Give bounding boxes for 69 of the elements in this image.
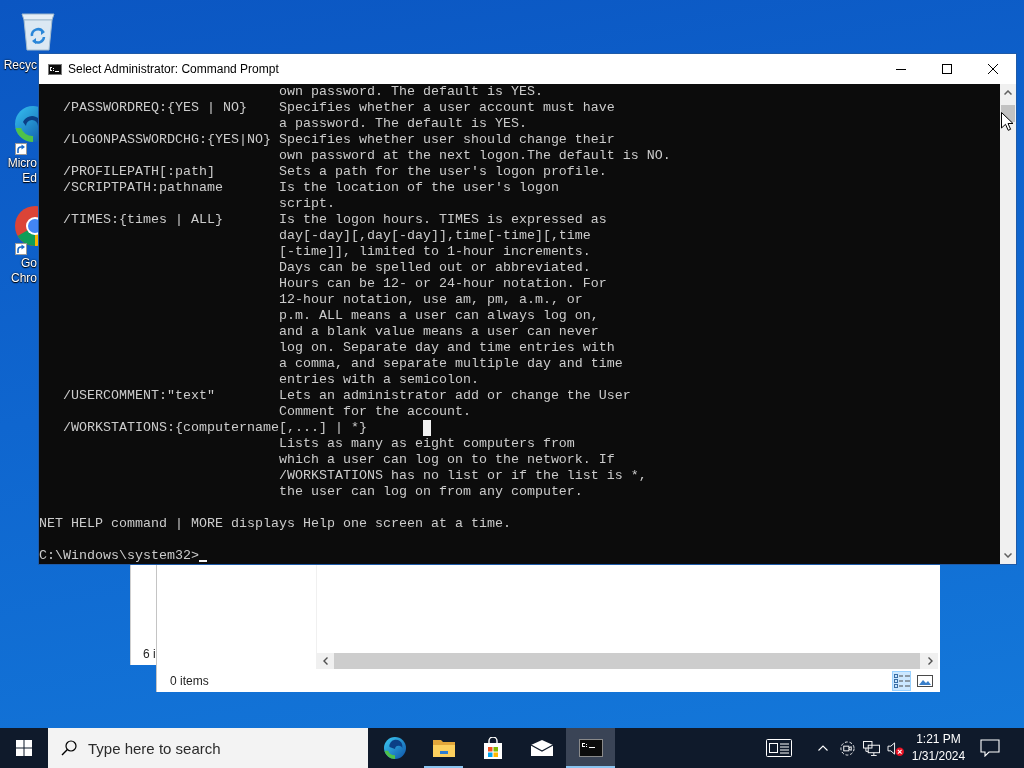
chevron-up-icon xyxy=(1004,90,1012,95)
option-name: /PROFILEPATH[:path] xyxy=(63,164,215,180)
console-icon xyxy=(578,737,603,759)
description-line: Specifies whether a user account must have xyxy=(278,100,615,116)
description-line: Is the location of the user's logon xyxy=(278,180,559,196)
chevron-left-icon xyxy=(322,657,328,665)
close-icon xyxy=(988,64,998,74)
description-line: own password. The default is YES. xyxy=(278,84,543,100)
search-icon xyxy=(61,740,77,756)
description-line: Comment for the account. xyxy=(278,404,471,420)
description-line: Specifies whether user should change their xyxy=(278,132,615,148)
newspaper-icon xyxy=(766,739,792,757)
description-line: a comma, and separate multiple day and time xyxy=(278,356,623,372)
description-line: the user can log on from any computer. xyxy=(278,484,583,500)
description-line: Is the logon hours. TIMES is expressed as xyxy=(278,212,607,228)
description-line: Lets an administrator add or change the User xyxy=(278,388,631,404)
description-line: Days can be spelled out or abbreviated. xyxy=(278,260,591,276)
command-prompt: C:\Windows\system32> xyxy=(39,548,199,563)
browser-icon xyxy=(382,737,407,759)
item-count: 0 items xyxy=(169,673,209,688)
option-name: /TIMES:{times | ALL} xyxy=(63,212,223,228)
vertical-scrollbar[interactable] xyxy=(1000,84,1016,564)
icon-label: Ed xyxy=(22,171,37,186)
description-line: p.m. ALL means a user can always log on, xyxy=(278,308,599,324)
option-name: /USERCOMMENT:"text" xyxy=(63,388,215,404)
option-name: /WORKSTATIONS:{computername[,...] | *} xyxy=(63,420,367,436)
item-count: 6 i xyxy=(142,646,156,663)
chevron-up-icon xyxy=(818,745,828,751)
window-title: Select Administrator: Command Prompt xyxy=(68,62,279,76)
description-line: Sets a path for the user's logon profile. xyxy=(278,164,607,180)
console-button[interactable] xyxy=(566,728,615,768)
description-line: /WORKSTATIONS has no list or if the list is *, xyxy=(278,468,647,484)
help-note: NET HELP command | MORE displays Help one screen at a time. xyxy=(39,516,511,532)
console-icon xyxy=(48,63,62,75)
icon-label: Micro xyxy=(7,156,37,171)
description-line: [-time]], limited to 1-hour increments. xyxy=(278,244,591,260)
description-line: own password at the next logon.The default is NO. xyxy=(278,148,671,164)
description-line: which a user can log on to the network. If xyxy=(278,452,615,468)
description-line: 12-hour notation, use am, pm, a.m., or xyxy=(278,292,583,308)
start-icon xyxy=(16,740,32,756)
minimize-icon xyxy=(896,68,906,70)
folder-icon xyxy=(431,737,456,759)
maximize-icon xyxy=(942,64,952,74)
description-line: and a blank value means a user can never xyxy=(278,324,599,340)
option-name: /PASSWORDREQ:{YES | NO} xyxy=(63,100,247,116)
description-line: entries with a semicolon. xyxy=(278,372,479,388)
chevron-down-icon xyxy=(1004,553,1012,558)
option-name: /SCRIPTPATH:pathname xyxy=(63,180,223,196)
details-view-button[interactable] xyxy=(892,670,911,691)
network-icon xyxy=(862,740,880,756)
speech-bubble-icon xyxy=(980,739,1000,757)
description-line: Hours can be 12- or 24-hour notation. For xyxy=(278,276,607,292)
icon-label: Recyc xyxy=(3,58,37,73)
description-line: day[-day][,day[-day]],time[-time][,time xyxy=(278,228,591,244)
icon-label: Go xyxy=(21,256,37,271)
picture-icon xyxy=(916,673,933,688)
clock[interactable]: 1:21 PM 1/31/2024 xyxy=(907,728,970,768)
icon-label: Chro xyxy=(11,271,37,286)
description-line: log on. Separate day and time entries with xyxy=(278,340,615,356)
description-line: a password. The default is YES. xyxy=(278,116,527,132)
chevron-right-icon xyxy=(927,657,933,665)
description-line: Lists as many as eight computers from xyxy=(278,436,575,452)
description-line: script. xyxy=(278,196,335,212)
envelope-icon xyxy=(529,737,554,759)
list-icon xyxy=(893,673,910,688)
option-name: /LOGONPASSWORDCHG:{YES|NO} xyxy=(63,132,271,148)
camera-icon xyxy=(838,740,856,756)
text-cursor xyxy=(198,560,207,562)
search-field[interactable]: Type here to search xyxy=(48,728,368,768)
